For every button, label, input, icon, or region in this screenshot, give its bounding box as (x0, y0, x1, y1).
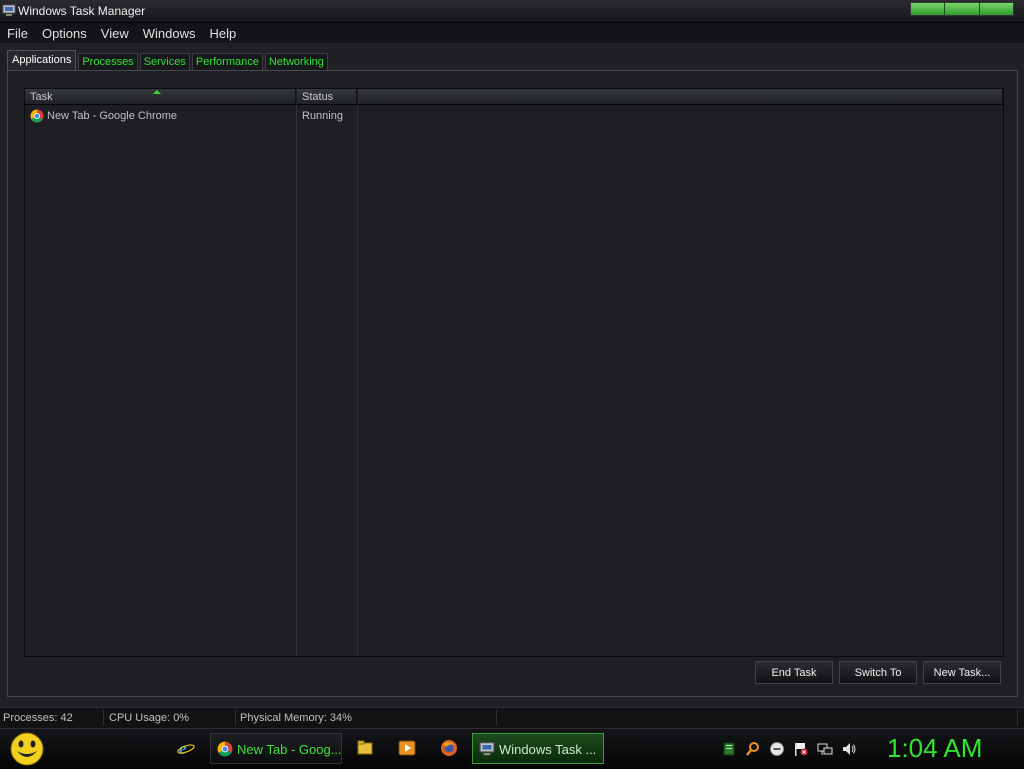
new-task-button[interactable]: New Task... (923, 661, 1001, 684)
title-bar[interactable]: Windows Task Manager (0, 0, 1024, 23)
task-name: New Tab - Google Chrome (47, 110, 178, 122)
taskbar-task-manager-label: Windows Task ... (499, 742, 597, 757)
switch-to-button[interactable]: Switch To (839, 661, 917, 684)
column-header-filler (358, 89, 1003, 105)
network-icon[interactable] (817, 741, 833, 757)
applications-panel: Task Status New Tab - Google Chrome Runn… (7, 70, 1018, 697)
close-button[interactable] (979, 3, 1013, 15)
status-bar: Processes: 42 CPU Usage: 0% Physical Mem… (0, 707, 1024, 728)
taskbar: e New Tab - Goog... Windows Task ... 1:0… (0, 728, 1024, 769)
column-header-status-label: Status (302, 91, 334, 103)
tab-processes[interactable]: Processes (78, 53, 138, 71)
status-empty-cell (498, 710, 1018, 726)
window-title: Windows Task Manager (18, 4, 146, 18)
column-header-task[interactable]: Task (25, 89, 296, 105)
status-cpu-usage: CPU Usage: 0% (106, 710, 236, 726)
sort-ascending-icon (153, 90, 161, 94)
table-row[interactable]: New Tab - Google Chrome Running (25, 107, 355, 125)
status-physical-memory: Physical Memory: 34% (237, 710, 497, 726)
chrome-icon (217, 741, 233, 757)
firefox-icon[interactable] (440, 739, 458, 757)
column-divider (357, 106, 358, 656)
menu-help[interactable]: Help (202, 23, 243, 43)
column-header-task-label: Task (30, 91, 53, 103)
search-icon[interactable] (745, 741, 761, 757)
taskbar-clock[interactable]: 1:04 AM (887, 733, 982, 764)
status-processes: Processes: 42 (0, 710, 104, 726)
messenger-tray-icon[interactable] (769, 741, 785, 757)
media-player-icon[interactable] (398, 739, 416, 757)
action-center-flag-icon[interactable] (793, 741, 809, 757)
maximize-button[interactable] (945, 3, 980, 15)
menu-view[interactable]: View (94, 23, 136, 43)
menu-file[interactable]: File (0, 23, 35, 43)
taskbar-task-manager-window[interactable]: Windows Task ... (472, 733, 604, 764)
column-header-status[interactable]: Status (297, 89, 357, 105)
chrome-icon (30, 109, 44, 123)
volume-icon[interactable] (841, 741, 857, 757)
notepad-tray-icon[interactable] (721, 741, 737, 757)
taskbar-chrome-label: New Tab - Goog... (237, 742, 342, 757)
window-controls (910, 2, 1014, 16)
task-manager-app-icon (2, 4, 16, 16)
tab-services[interactable]: Services (139, 53, 190, 71)
file-explorer-icon[interactable] (356, 739, 374, 757)
column-divider (296, 106, 297, 656)
minimize-button[interactable] (911, 3, 946, 15)
end-task-button[interactable]: End Task (755, 661, 833, 684)
task-list[interactable]: Task Status New Tab - Google Chrome Runn… (24, 88, 1004, 657)
taskbar-chrome-window[interactable]: New Tab - Goog... (210, 733, 342, 764)
menu-options[interactable]: Options (35, 23, 94, 43)
tab-performance[interactable]: Performance (191, 53, 263, 71)
tab-strip: Applications Processes Services Performa… (7, 50, 330, 71)
task-manager-icon (479, 742, 495, 756)
tab-networking[interactable]: Networking (264, 53, 328, 71)
start-button-smiley-icon[interactable] (8, 731, 46, 767)
internet-explorer-icon[interactable]: e (177, 739, 195, 757)
tab-applications[interactable]: Applications (7, 50, 77, 71)
menu-bar: File Options View Windows Help (0, 23, 1024, 43)
task-status: Running (302, 110, 343, 122)
menu-windows[interactable]: Windows (136, 23, 203, 43)
